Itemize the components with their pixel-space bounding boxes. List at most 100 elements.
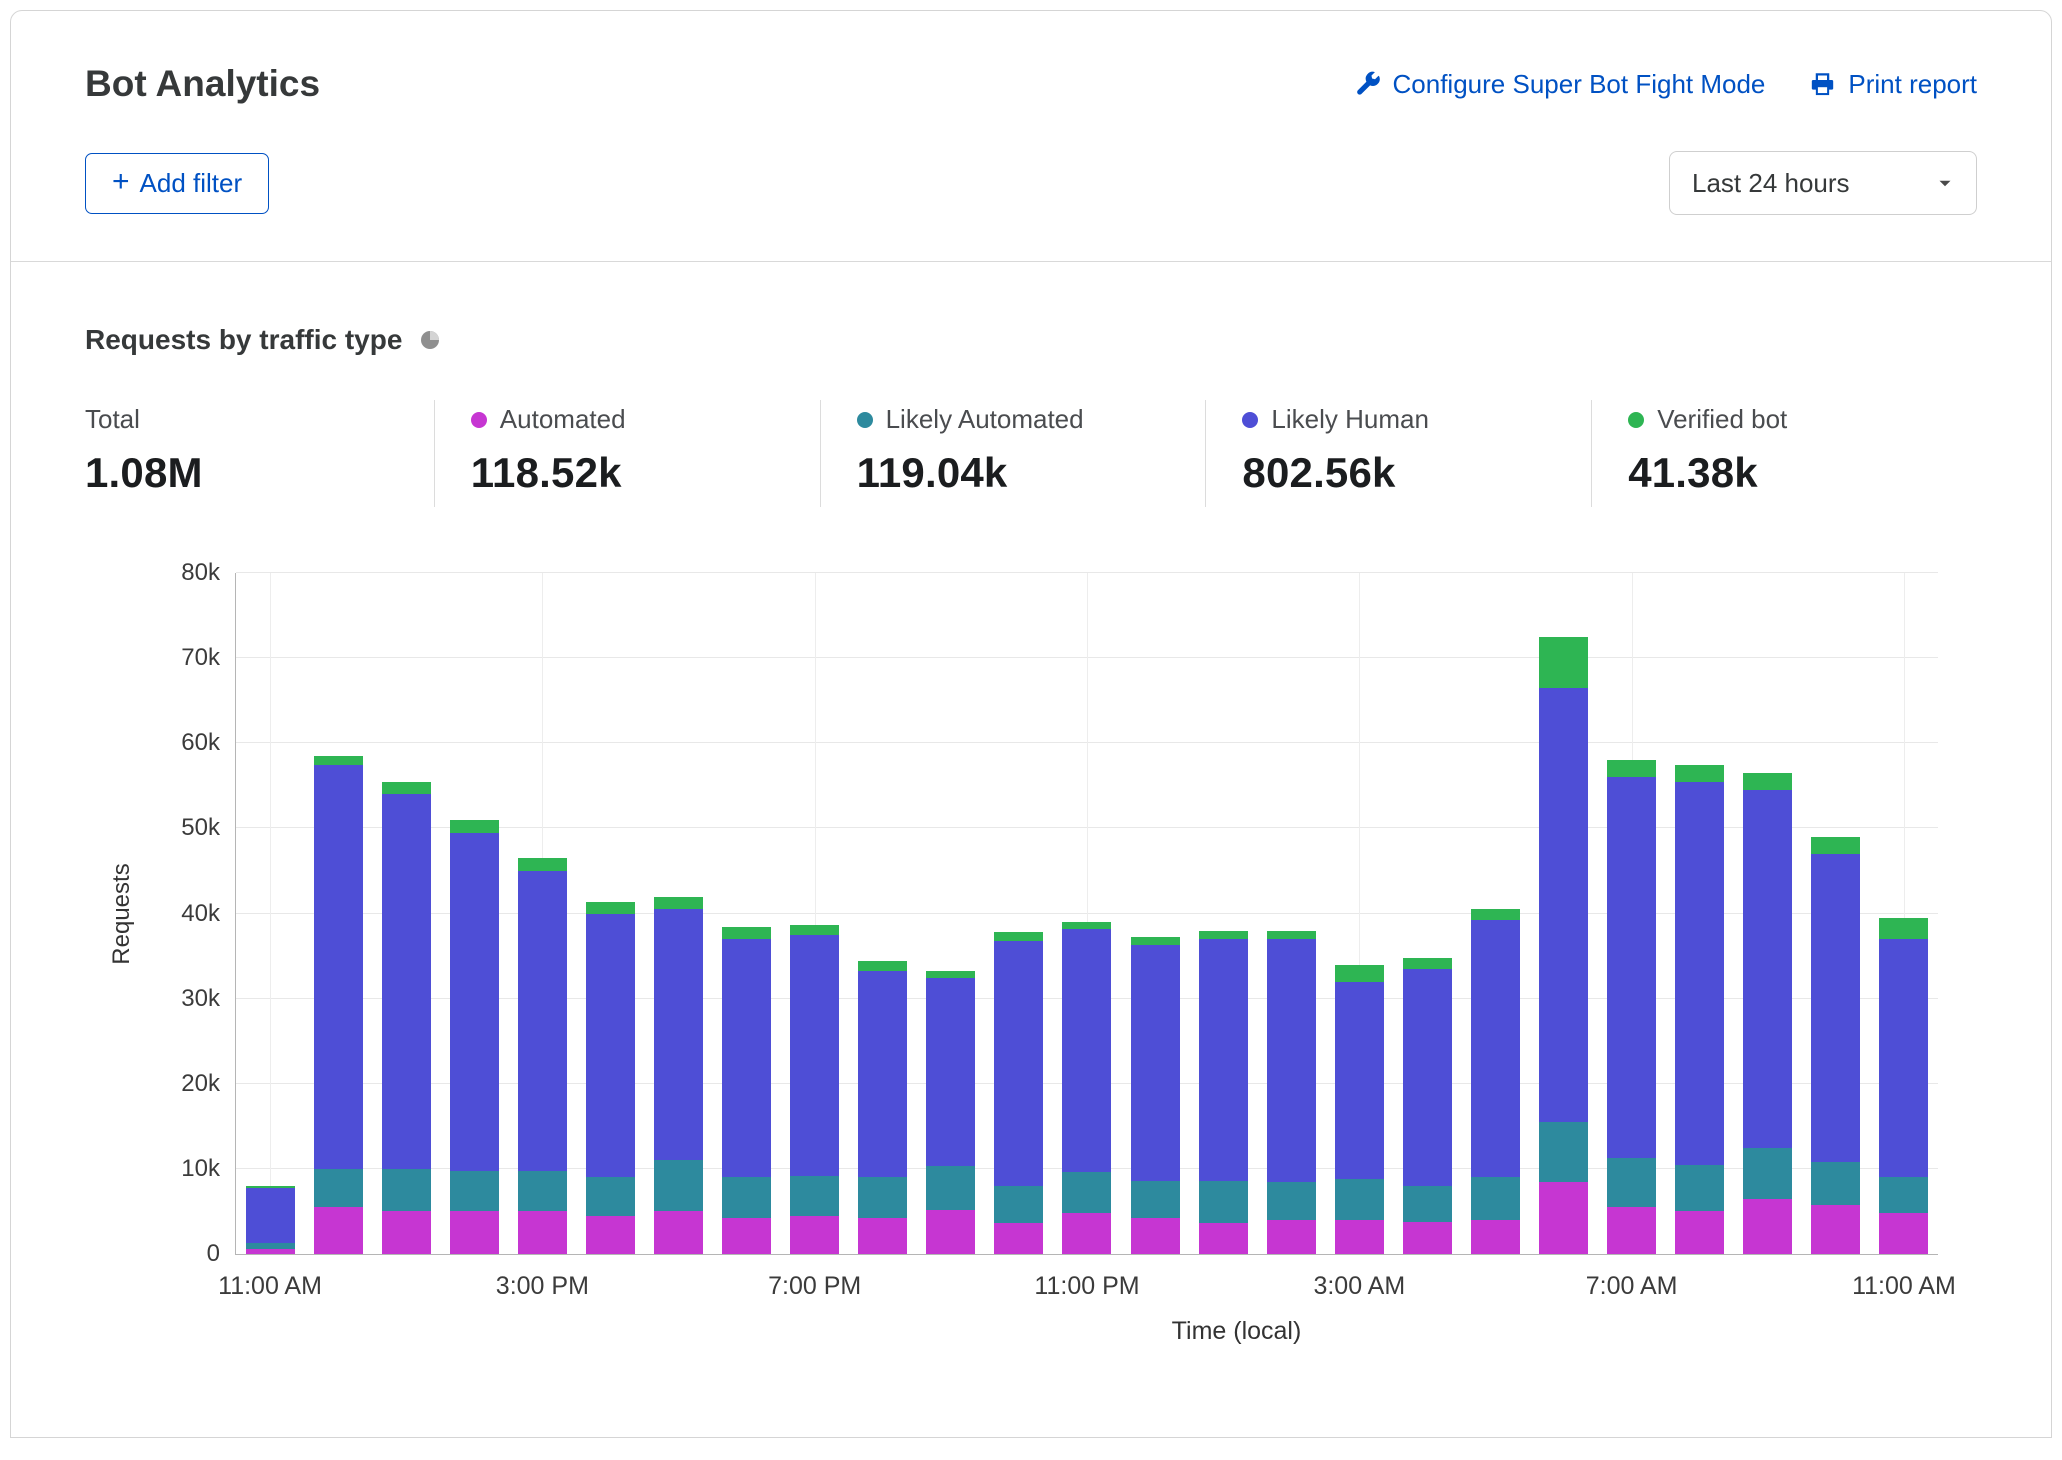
bar-segment (654, 1160, 703, 1211)
bar-segment (1062, 1213, 1111, 1254)
bar-segment (1131, 937, 1180, 946)
stat-likely-automated-label: Likely Automated (886, 404, 1084, 435)
bar-21 (1666, 573, 1734, 1254)
bar-10 (917, 573, 985, 1254)
bar-segment (1335, 965, 1384, 982)
pie-chart-icon (418, 328, 442, 352)
bar-segment (722, 1218, 771, 1254)
stat-likely-automated-value: 119.04k (857, 449, 1186, 497)
stat-automated-label: Automated (500, 404, 626, 435)
x-tick-label: 7:00 AM (1586, 1272, 1678, 1301)
stat-likely-human-value: 802.56k (1242, 449, 1571, 497)
bar-segment (382, 1169, 431, 1212)
configure-link-label: Configure Super Bot Fight Mode (1393, 69, 1766, 100)
bar-segment (1811, 854, 1860, 1162)
time-range-select[interactable]: Last 24 hours (1669, 151, 1977, 215)
print-report-link[interactable]: Print report (1809, 69, 1977, 100)
bar-segment (1675, 782, 1724, 1165)
stat-verified-bot-value: 41.38k (1628, 449, 1957, 497)
bar-9 (849, 573, 917, 1254)
bar-segment (1199, 1181, 1248, 1224)
bar-4 (508, 573, 576, 1254)
bar-segment (1879, 1177, 1928, 1213)
configure-super-bot-fight-mode-link[interactable]: Configure Super Bot Fight Mode (1354, 69, 1766, 100)
likely-automated-legend-dot (857, 412, 873, 428)
bar-segment (1743, 790, 1792, 1148)
bar-segment (314, 765, 363, 1169)
bar-segment (1199, 1223, 1248, 1254)
bar-20 (1598, 573, 1666, 1254)
bar-segment (926, 1166, 975, 1210)
x-tick-label: 11:00 PM (1034, 1272, 1139, 1301)
bar-1 (304, 573, 372, 1254)
bar-segment (1267, 1182, 1316, 1220)
bar-segment (926, 971, 975, 979)
bar-segment (858, 971, 907, 1178)
bar-segment (1743, 773, 1792, 790)
stat-likely-automated: Likely Automated 119.04k (820, 400, 1206, 507)
bar-segment (518, 858, 567, 871)
bars-layer (236, 573, 1938, 1254)
y-tick-label: 80k (181, 559, 220, 587)
x-tick-label: 3:00 PM (496, 1272, 589, 1301)
add-filter-label: Add filter (140, 168, 243, 199)
bar-segment (1199, 931, 1248, 940)
card-header: Bot Analytics Configure Super Bot Fight … (11, 11, 2051, 262)
bar-segment (654, 909, 703, 1160)
y-tick-label: 0 (207, 1240, 220, 1268)
bar-segment (1131, 1218, 1180, 1254)
y-tick-label: 50k (181, 814, 220, 842)
bar-segment (1267, 939, 1316, 1182)
bar-segment (926, 1210, 975, 1254)
x-axis-title: Time (local) (385, 1317, 2062, 1346)
bar-2 (372, 573, 440, 1254)
bar-segment (1539, 688, 1588, 1122)
bar-segment (722, 939, 771, 1177)
bar-segment (722, 927, 771, 939)
bar-segment (1403, 958, 1452, 969)
bar-segment (1607, 760, 1656, 777)
bar-segment (1811, 837, 1860, 854)
bar-segment (994, 1186, 1043, 1223)
y-tick-label: 20k (181, 1070, 220, 1098)
bar-segment (654, 1211, 703, 1254)
stats-row: Total 1.08M Automated 118.52k Likely Aut… (85, 400, 1977, 507)
bar-segment (1607, 777, 1656, 1158)
bar-segment (1471, 909, 1520, 920)
y-tick-label: 60k (181, 729, 220, 757)
bar-segment (586, 914, 635, 1178)
bar-segment (858, 1177, 907, 1218)
bar-segment (246, 1188, 295, 1242)
bar-segment (858, 961, 907, 970)
stat-verified-bot: Verified bot 41.38k (1591, 400, 1977, 507)
section-title: Requests by traffic type (85, 324, 402, 356)
bar-3 (440, 573, 508, 1254)
bar-segment (382, 1211, 431, 1254)
bar-17 (1393, 573, 1461, 1254)
bar-segment (586, 1216, 635, 1254)
bar-segment (790, 935, 839, 1176)
bar-segment (1743, 1148, 1792, 1199)
stat-likely-human: Likely Human 802.56k (1205, 400, 1591, 507)
bar-segment (1675, 1165, 1724, 1212)
bar-segment (518, 1211, 567, 1254)
bar-segment (1539, 637, 1588, 688)
bar-segment (994, 941, 1043, 1186)
bar-segment (1335, 1220, 1384, 1254)
bar-5 (576, 573, 644, 1254)
stat-verified-bot-label: Verified bot (1657, 404, 1787, 435)
y-tick-label: 70k (181, 644, 220, 672)
bar-24 (1870, 573, 1938, 1254)
bar-segment (518, 871, 567, 1171)
time-range-value: Last 24 hours (1692, 168, 1850, 199)
bar-segment (722, 1177, 771, 1218)
stat-automated: Automated 118.52k (434, 400, 820, 507)
requests-by-traffic-type-chart: Requests 010k20k30k40k50k60k70k80k11:00 … (85, 573, 1977, 1346)
bar-segment (382, 782, 431, 795)
bar-segment (450, 833, 499, 1172)
add-filter-button[interactable]: + Add filter (85, 153, 269, 214)
bar-segment (1403, 1186, 1452, 1222)
bar-11 (985, 573, 1053, 1254)
bar-segment (1743, 1199, 1792, 1254)
bar-segment (1471, 1220, 1520, 1254)
